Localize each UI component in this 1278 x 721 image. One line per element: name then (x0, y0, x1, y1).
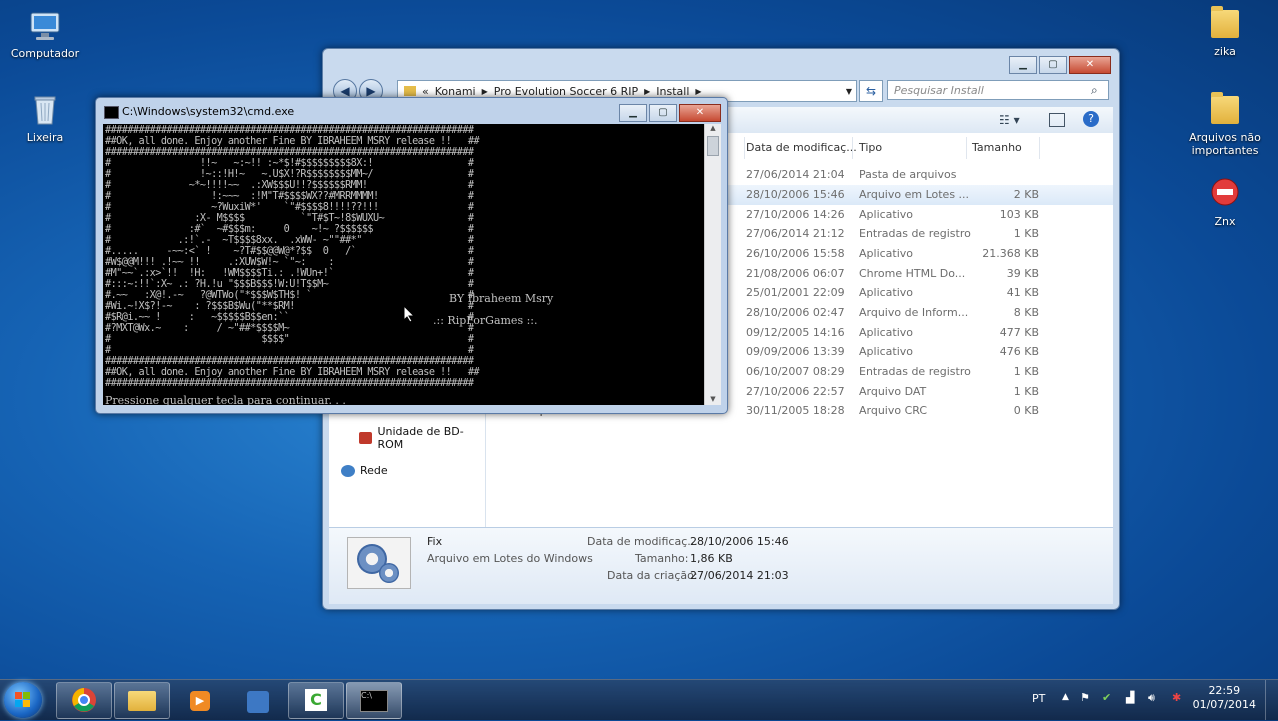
flag-icon[interactable]: ⚑ (1080, 691, 1090, 704)
detail-modified-value: 28/10/2006 15:46 (690, 535, 789, 548)
clock-date: 01/07/2014 (1192, 698, 1256, 711)
folder-icon (1207, 6, 1243, 42)
scroll-thumb[interactable] (707, 136, 719, 156)
breadcrumb-overflow[interactable]: « (422, 85, 429, 98)
preview-pane-icon[interactable] (1049, 113, 1065, 127)
search-icon: ⌕ (1091, 83, 1098, 97)
ascii-art: ########################################… (105, 125, 480, 389)
computer-icon (27, 8, 63, 44)
cmd-window[interactable]: C:\Windows\system32\cmd.exe ▁ ▢ ✕ ######… (95, 97, 728, 414)
credit-line: BY Ibraheem Msry (449, 292, 554, 305)
help-icon[interactable]: ? (1083, 111, 1099, 127)
cmd-icon (104, 106, 119, 119)
clock[interactable]: 22:59 01/07/2014 (1193, 684, 1256, 712)
desktop-icon-arquivos-nao-importantes[interactable]: Arquivos não importantes (1185, 92, 1265, 157)
address-dropdown-icon[interactable]: ▼ (846, 87, 852, 96)
column-header-date[interactable]: Data de modificaç... (746, 141, 857, 154)
app-icon[interactable] (247, 691, 269, 713)
desktop-icon-zika[interactable]: zika (1185, 6, 1265, 58)
show-desktop-button[interactable] (1265, 680, 1278, 720)
desktop-icon-label: Arquivos não importantes (1189, 131, 1261, 157)
breadcrumb-item[interactable]: Konami (435, 85, 476, 98)
windows-logo-icon (15, 692, 30, 707)
recycle-bin-icon (27, 92, 63, 128)
taskbar-explorer[interactable] (114, 682, 170, 719)
close-button[interactable]: ✕ (679, 104, 721, 122)
desktop-icon-label: Znx (1214, 215, 1236, 228)
desktop-icon-label: Lixeira (26, 131, 64, 144)
network-icon (341, 464, 355, 477)
detail-created-value: 27/06/2014 21:03 (690, 569, 789, 582)
taskbar-chrome[interactable] (56, 682, 112, 719)
window-controls: ▁ ▢ ✕ (1007, 56, 1111, 74)
window-controls: ▁ ▢ ✕ (617, 104, 721, 122)
view-options-icon[interactable]: ☷ ▾ (999, 113, 1020, 127)
no-entry-icon (1207, 176, 1243, 212)
folder-icon (404, 86, 416, 96)
detail-size-label: Tamanho: (635, 552, 689, 565)
console-output[interactable]: ########################################… (103, 124, 704, 405)
desktop-icon-lixeira[interactable]: Lixeira (5, 92, 85, 144)
show-hidden-icons-icon[interactable]: ▲ (1062, 692, 1069, 702)
breadcrumb-item[interactable]: Pro Evolution Soccer 6 RIP (494, 85, 638, 98)
detail-created-label: Data da criação: (607, 569, 698, 582)
tray-app-icon[interactable]: ✔ (1102, 691, 1111, 704)
nav-item-label: Unidade de BD-ROM (377, 425, 464, 451)
volume-icon[interactable]: 🔊︎ (1148, 691, 1155, 705)
breadcrumb-item[interactable]: Install (656, 85, 689, 98)
refresh-button[interactable]: ⇆ (859, 80, 883, 102)
console-prompt: Pressione qualquer tecla para continuar.… (105, 394, 355, 405)
network-signal-icon[interactable]: ▟ (1126, 691, 1134, 704)
close-button[interactable]: ✕ (1069, 56, 1111, 74)
rip-line: .:: RipForGames ::. (433, 314, 538, 327)
scroll-up-icon[interactable]: ▲ (705, 124, 721, 132)
maximize-button[interactable]: ▢ (1039, 56, 1067, 74)
disc-drive-icon (359, 432, 373, 444)
minimize-button[interactable]: ▁ (619, 104, 647, 122)
desktop-icon-label: zika (1214, 45, 1236, 58)
folder-icon (128, 691, 156, 711)
minimize-button[interactable]: ▁ (1009, 56, 1037, 74)
scroll-down-icon[interactable]: ▼ (705, 395, 721, 403)
taskbar-cmd[interactable]: C:\ (346, 682, 402, 719)
desktop-icon-computador[interactable]: Computador (5, 8, 85, 60)
column-header-type[interactable]: Tipo (859, 141, 882, 154)
start-button[interactable] (4, 682, 42, 718)
desktop-icon-znx[interactable]: Znx (1185, 176, 1265, 228)
detail-type: Arquivo em Lotes do Windows (427, 552, 593, 565)
media-player-icon[interactable]: ▶ (190, 691, 210, 711)
search-input[interactable]: Pesquisar Install (887, 80, 1109, 100)
nav-item-rede[interactable]: Rede (341, 464, 388, 477)
taskbar-camtasia[interactable]: C (288, 682, 344, 719)
tray-virus-icon[interactable]: ✱ (1172, 691, 1181, 704)
taskbar-media-player: ▶ (172, 682, 228, 719)
clock-time: 22:59 (1208, 684, 1241, 697)
cmd-icon: C:\ (360, 690, 388, 712)
taskbar-app (230, 682, 286, 719)
folder-icon (1207, 92, 1243, 128)
scrollbar[interactable]: ▲ ▼ (704, 124, 721, 405)
detail-modified-label: Data de modificaç... (587, 535, 698, 548)
taskbar: ▶ C C:\ PT ▲ ⚑ ✔ ▟ 🔊︎ ✱ 22:59 01/07/2014 (0, 679, 1278, 720)
batch-file-icon (347, 537, 411, 589)
desktop-icon-label: Computador (10, 47, 80, 60)
column-header-size[interactable]: Tamanho (972, 141, 1022, 154)
mouse-cursor-icon (403, 305, 415, 323)
camtasia-icon: C (305, 689, 327, 711)
cmd-title: C:\Windows\system32\cmd.exe (122, 105, 295, 118)
nav-item-label: Rede (360, 464, 388, 477)
nav-item-bd-rom[interactable]: Unidade de BD-ROM (359, 425, 485, 451)
detail-name: Fix (427, 535, 443, 548)
detail-size-value: 1,86 KB (690, 552, 733, 565)
maximize-button[interactable]: ▢ (649, 104, 677, 122)
details-pane: Fix Arquivo em Lotes do Windows Data de … (329, 527, 1113, 604)
language-indicator[interactable]: PT (1032, 692, 1045, 705)
chrome-icon (72, 688, 96, 712)
